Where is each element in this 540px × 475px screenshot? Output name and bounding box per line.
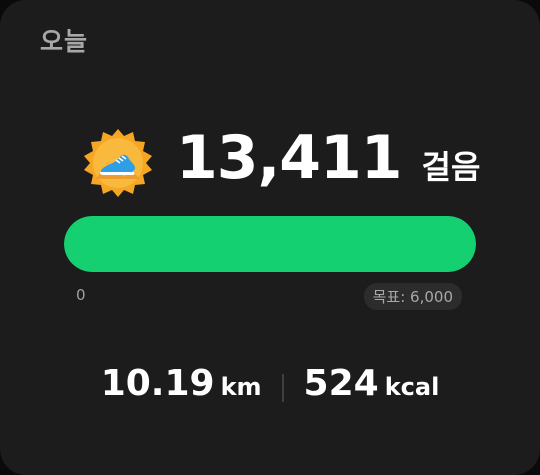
distance-unit: km <box>220 373 262 401</box>
step-count: 13,411 걸음 <box>176 123 480 193</box>
goal-label: 목표: 6,000 <box>363 283 462 310</box>
card-title: 오늘 <box>40 27 89 56</box>
progress-min-label: 0 <box>76 286 86 304</box>
step-count-value: 13,411 <box>176 123 403 193</box>
step-progress-bar <box>64 216 476 272</box>
distance-value: 10.19 <box>100 363 215 404</box>
running-shoe-badge-icon <box>82 127 154 199</box>
stats-divider <box>281 374 284 402</box>
steps-card[interactable]: 오늘 13,411 걸음 0 목표: 6,000 10.19 km 524 kc… <box>0 0 540 475</box>
step-progress-fill <box>64 216 476 272</box>
stats-row: 10.19 km 524 kcal <box>0 363 540 413</box>
step-count-unit: 걸음 <box>421 148 481 186</box>
calories-value: 524 <box>303 363 379 404</box>
calories-unit: kcal <box>384 373 440 401</box>
